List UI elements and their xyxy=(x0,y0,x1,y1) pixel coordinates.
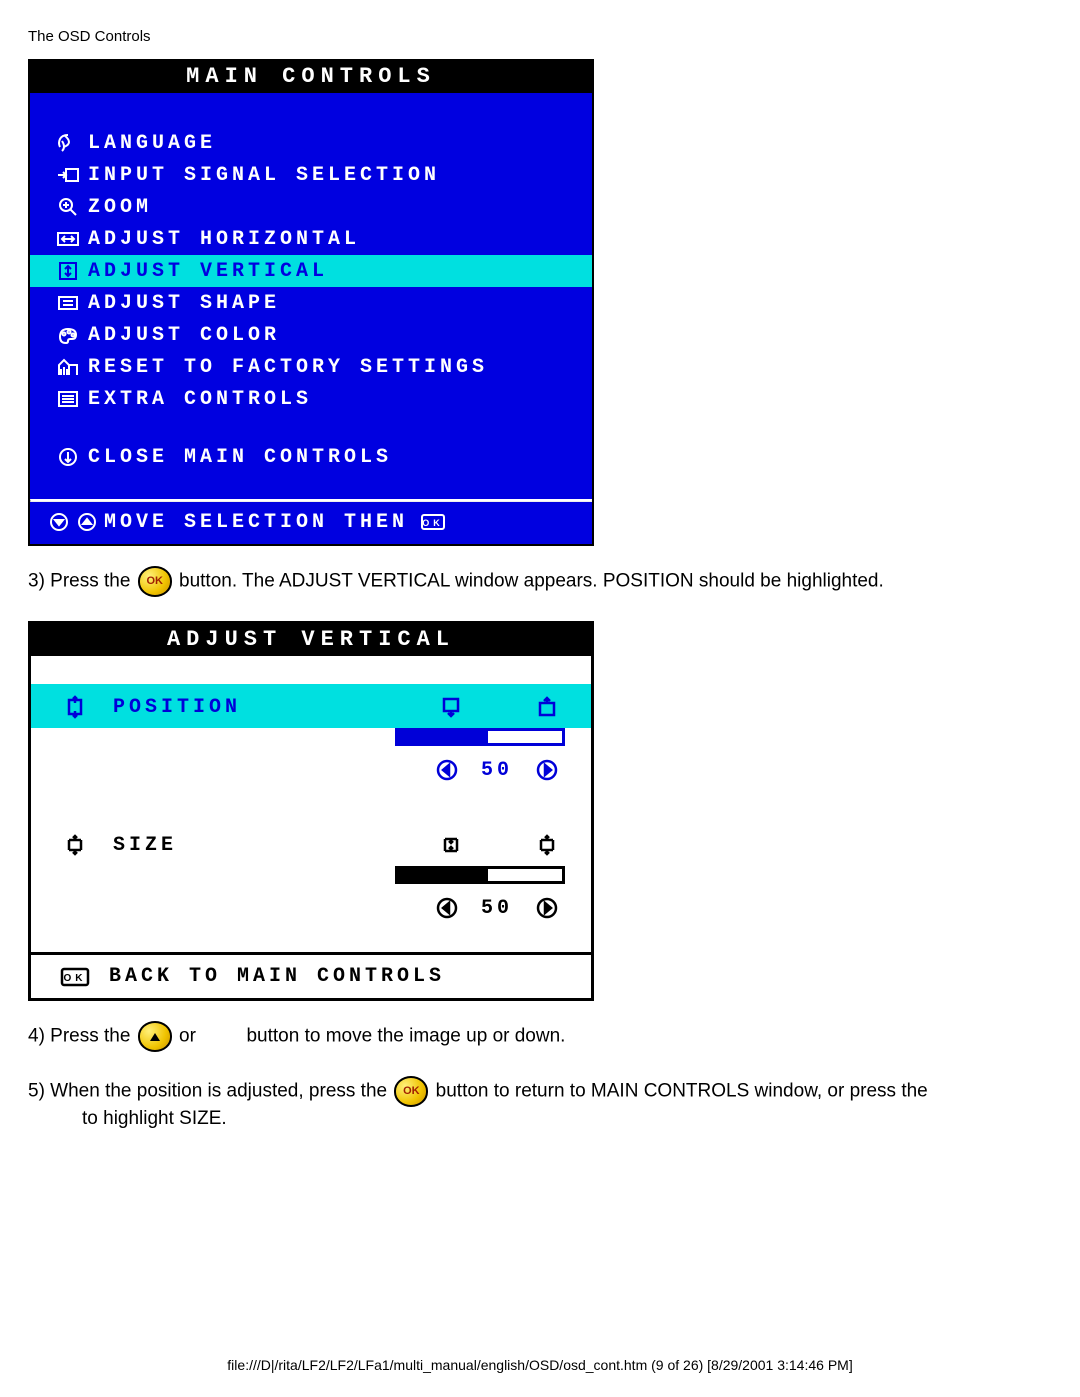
svg-text:OK: OK xyxy=(422,518,444,528)
menu-item-close[interactable]: CLOSE MAIN CONTROLS xyxy=(30,441,592,473)
step4-text-a: 4) Press the xyxy=(28,1026,136,1047)
step-5: 5) When the position is adjusted, press … xyxy=(28,1076,1052,1132)
menu-item-adjust-vertical[interactable]: ADJUST VERTICAL xyxy=(30,255,592,287)
main-controls-body: LANGUAGE INPUT SIGNAL SELECTION ZOOM ADJ… xyxy=(30,93,592,544)
adjust-vertical-icon xyxy=(48,261,88,281)
ok-button-inline-icon: OK xyxy=(394,1076,428,1107)
menu-item-reset[interactable]: RESET TO FACTORY SETTINGS xyxy=(30,351,592,383)
menu-item-extra-controls[interactable]: EXTRA CONTROLS xyxy=(30,383,592,415)
step-4: 4) Press the or button to move the image… xyxy=(28,1021,1052,1052)
size-row[interactable]: SIZE xyxy=(31,822,591,866)
up-arrow-button-icon xyxy=(138,1021,172,1052)
size-grow-icon xyxy=(527,834,567,856)
position-bar xyxy=(395,728,565,746)
position-icon xyxy=(55,695,95,719)
position-bar-row xyxy=(31,728,591,748)
position-row[interactable]: POSITION xyxy=(31,684,591,728)
size-bar-row xyxy=(31,866,591,886)
menu-item-language[interactable]: LANGUAGE xyxy=(30,127,592,159)
up-button-icon xyxy=(76,512,98,532)
step3-text-b: button. The ADJUST VERTICAL window appea… xyxy=(179,571,884,592)
step3-text-a: 3) Press the xyxy=(28,571,136,592)
extra-controls-icon xyxy=(48,389,88,409)
main-controls-panel: MAIN CONTROLS LANGUAGE INPUT SIGNAL SELE… xyxy=(28,59,594,546)
size-icon xyxy=(55,833,95,857)
menu-label: ZOOM xyxy=(88,196,152,219)
size-value: 50 xyxy=(467,897,527,920)
size-label: SIZE xyxy=(113,834,431,857)
menu-label: ADJUST SHAPE xyxy=(88,292,280,315)
step4-text-c: button to move the image up or down. xyxy=(246,1026,565,1047)
size-controls: 50 xyxy=(31,886,591,928)
menu-item-adjust-color[interactable]: ADJUST COLOR xyxy=(30,319,592,351)
step4-text-b: or xyxy=(179,1026,196,1047)
down-button-icon xyxy=(48,512,70,532)
step5-text-a: 5) When the position is adjusted, press … xyxy=(28,1081,392,1102)
close-icon xyxy=(48,447,88,467)
back-row[interactable]: OK BACK TO MAIN CONTROLS xyxy=(31,952,591,998)
adjust-vertical-panel: ADJUST VERTICAL POSITION 50 SIZE xyxy=(28,621,594,1001)
menu-item-zoom[interactable]: ZOOM xyxy=(30,191,592,223)
menu-label: ADJUST COLOR xyxy=(88,324,280,347)
main-controls-title: MAIN CONTROLS xyxy=(30,61,592,93)
menu-item-adjust-shape[interactable]: ADJUST SHAPE xyxy=(30,287,592,319)
left-arrow-icon[interactable] xyxy=(427,759,467,781)
step-3: 3) Press the OK button. The ADJUST VERTI… xyxy=(28,566,1052,597)
ok-button-icon: OK xyxy=(420,512,446,532)
language-icon xyxy=(48,133,88,153)
ok-button-inline-icon: OK xyxy=(138,566,172,597)
adjust-vertical-title: ADJUST VERTICAL xyxy=(31,624,591,656)
position-value: 50 xyxy=(467,759,527,782)
adjust-shape-icon xyxy=(48,293,88,313)
size-shrink-icon xyxy=(431,834,471,856)
ok-box-icon: OK xyxy=(55,966,95,988)
menu-label: ADJUST HORIZONTAL xyxy=(88,228,360,251)
svg-text:OK: OK xyxy=(64,973,87,984)
adjust-horizontal-icon xyxy=(48,229,88,249)
step5-text-b: button to return to MAIN CONTROLS window… xyxy=(436,1081,928,1102)
position-label: POSITION xyxy=(113,696,431,719)
input-signal-icon xyxy=(48,165,88,185)
menu-item-adjust-horizontal[interactable]: ADJUST HORIZONTAL xyxy=(30,223,592,255)
position-up-icon xyxy=(527,696,567,718)
page-title: The OSD Controls xyxy=(28,28,1052,45)
position-controls: 50 xyxy=(31,748,591,790)
adjust-color-icon xyxy=(48,325,88,345)
step5-text-c: to highlight SIZE. xyxy=(82,1107,227,1132)
menu-label: CLOSE MAIN CONTROLS xyxy=(88,446,392,469)
position-down-icon xyxy=(431,696,471,718)
menu-label: INPUT SIGNAL SELECTION xyxy=(88,164,440,187)
menu-label: RESET TO FACTORY SETTINGS xyxy=(88,356,488,379)
zoom-icon xyxy=(48,197,88,217)
right-arrow-icon[interactable] xyxy=(527,897,567,919)
factory-reset-icon xyxy=(48,357,88,377)
back-label: BACK TO MAIN CONTROLS xyxy=(109,965,445,988)
menu-label: LANGUAGE xyxy=(88,132,216,155)
menu-label: ADJUST VERTICAL xyxy=(88,260,328,283)
size-bar xyxy=(395,866,565,884)
selection-hint: MOVE SELECTION THEN OK xyxy=(30,502,592,544)
menu-label: EXTRA CONTROLS xyxy=(88,388,312,411)
menu-item-input-signal[interactable]: INPUT SIGNAL SELECTION xyxy=(30,159,592,191)
left-arrow-icon[interactable] xyxy=(427,897,467,919)
right-arrow-icon[interactable] xyxy=(527,759,567,781)
hint-text: MOVE SELECTION THEN xyxy=(104,511,408,534)
file-path-footer: file:///D|/rita/LF2/LF2/LFa1/multi_manua… xyxy=(0,1357,1080,1373)
